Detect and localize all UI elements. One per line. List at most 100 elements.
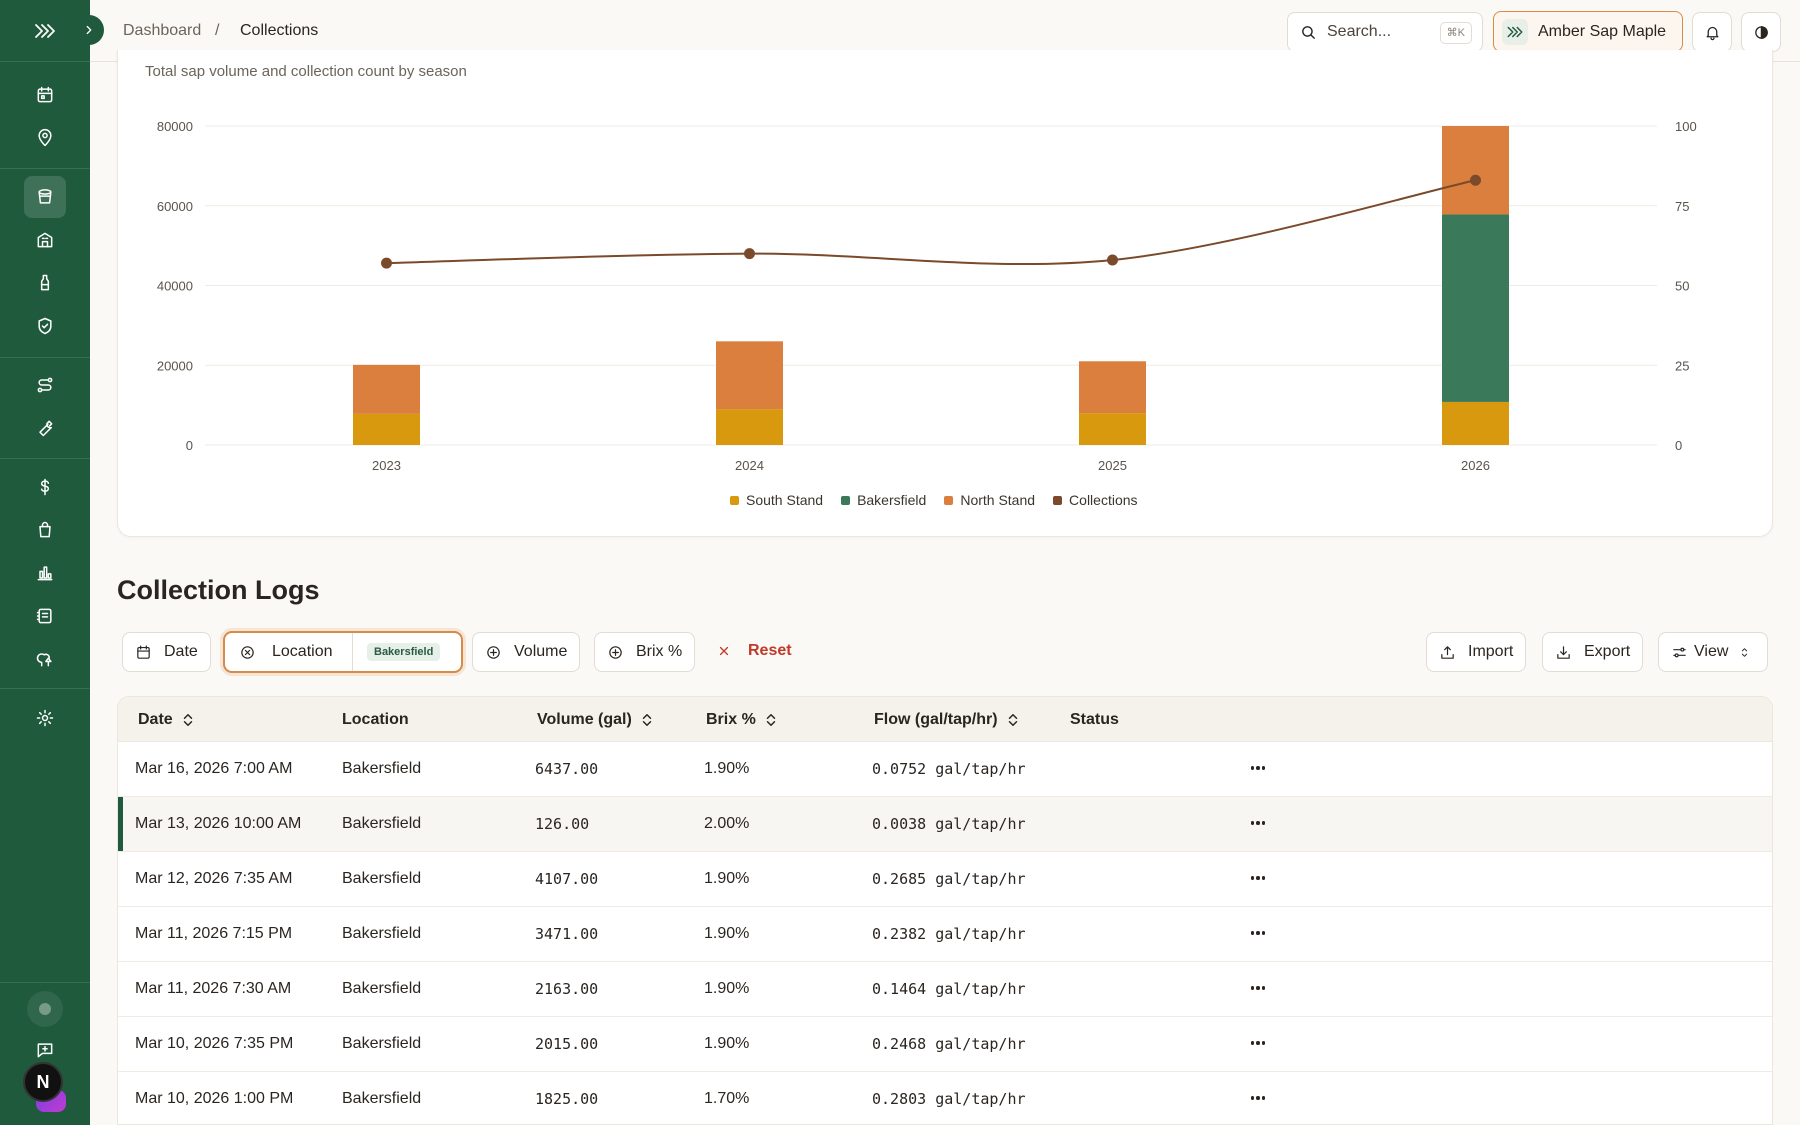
sidebar-toggle-button[interactable] bbox=[74, 15, 104, 45]
collection-logs-table: Date Location Volume (gal) Brix % Flow (… bbox=[117, 696, 1773, 1125]
cell-volume: 1825.00 bbox=[535, 1090, 599, 1108]
bucket-icon bbox=[38, 189, 52, 204]
row-actions-button[interactable] bbox=[1248, 758, 1268, 778]
table-row[interactable]: Mar 10, 2026 7:35 PM Bakersfield 2015.00 1.… bbox=[118, 1017, 1772, 1072]
column-status: Status bbox=[1070, 711, 1119, 728]
sidebar-item-collections[interactable] bbox=[24, 176, 66, 218]
column-flow[interactable]: Flow (gal/tap/hr) bbox=[874, 711, 1019, 729]
sliders-icon bbox=[1673, 647, 1686, 657]
table-row[interactable]: Mar 10, 2026 1:00 PM Bakersfield 1825.00 1.… bbox=[118, 1072, 1772, 1124]
season-chart: 0 20000 40000 60000 80000 0 25 50 75 100 2023 2024 2… bbox=[157, 119, 1697, 473]
sidebar-item-routes[interactable] bbox=[24, 364, 66, 406]
search-placeholder: Search... bbox=[1327, 23, 1392, 40]
sidebar-item-maintenance[interactable] bbox=[24, 407, 66, 449]
bar-segment bbox=[716, 341, 783, 410]
legend-label: Collections bbox=[1069, 492, 1138, 508]
sidebar-item-bottles[interactable] bbox=[24, 262, 66, 304]
bar-segment bbox=[1079, 361, 1146, 414]
avatar[interactable]: N bbox=[23, 1062, 63, 1102]
search-input[interactable]: Search... ⌘K bbox=[1287, 12, 1483, 52]
row-actions-button[interactable] bbox=[1248, 978, 1268, 998]
dollar-icon bbox=[40, 478, 50, 496]
legend-item[interactable]: Bakersfield bbox=[841, 492, 926, 508]
cell-date: Mar 11, 2026 7:30 AM bbox=[135, 980, 292, 997]
upload-icon bbox=[1441, 645, 1454, 659]
notifications-button[interactable] bbox=[1692, 12, 1732, 52]
cell-flow: 0.1464 gal/tap/hr bbox=[872, 980, 1026, 998]
farm-switcher-button[interactable]: Amber Sap Maple bbox=[1493, 11, 1683, 52]
calendar-icon bbox=[137, 645, 150, 659]
sidebar-item-locations[interactable] bbox=[24, 117, 66, 159]
export-button[interactable]: Export bbox=[1542, 632, 1644, 672]
cell-brix: 1.90% bbox=[704, 870, 750, 887]
bar-segment bbox=[1079, 413, 1146, 445]
y-tick-label: 60000 bbox=[157, 199, 193, 214]
status-indicator[interactable] bbox=[27, 991, 63, 1027]
legend-item[interactable]: South Stand bbox=[730, 492, 823, 508]
legend-item[interactable]: Collections bbox=[1053, 492, 1138, 508]
location-filter-label: Location bbox=[272, 643, 333, 660]
brix-filter-label: Brix % bbox=[636, 643, 683, 660]
sort-icon bbox=[642, 714, 652, 726]
cell-volume: 2163.00 bbox=[535, 980, 599, 998]
clear-circle-icon[interactable] bbox=[239, 644, 256, 661]
cell-brix: 1.90% bbox=[704, 925, 750, 942]
contrast-icon bbox=[1754, 25, 1768, 39]
theme-toggle-button[interactable] bbox=[1741, 12, 1781, 52]
row-actions-button[interactable] bbox=[1248, 1088, 1268, 1108]
row-actions-button[interactable] bbox=[1248, 1033, 1268, 1053]
sidebar-item-finance[interactable] bbox=[24, 466, 66, 508]
plus-circle-icon bbox=[487, 645, 500, 659]
import-label: Import bbox=[1468, 643, 1514, 660]
table-row[interactable]: Mar 11, 2026 7:30 AM Bakersfield 2163.00 1.… bbox=[118, 962, 1772, 1017]
location-filter-button[interactable]: Location Bakersfield bbox=[223, 631, 463, 673]
table-row[interactable]: Mar 11, 2026 7:15 PM Bakersfield 3471.00 1.… bbox=[118, 907, 1772, 962]
chart-subtitle: Total sap volume and collection count by… bbox=[145, 63, 467, 80]
sidebar-item-ledger[interactable] bbox=[24, 595, 66, 637]
legend-item[interactable]: North Stand bbox=[944, 492, 1035, 508]
cell-date: Mar 12, 2026 7:35 AM bbox=[135, 870, 293, 887]
legend-swatch bbox=[944, 495, 954, 505]
column-volume[interactable]: Volume (gal) bbox=[537, 711, 653, 729]
brix-filter-button[interactable]: Brix % bbox=[594, 632, 696, 672]
reset-filters-button[interactable]: Reset bbox=[717, 642, 792, 660]
sidebar-item-sugarhouse[interactable] bbox=[24, 219, 66, 261]
row-actions-button[interactable] bbox=[1248, 923, 1268, 943]
collections-line bbox=[386, 179, 1476, 266]
view-options-button[interactable]: View bbox=[1658, 632, 1768, 672]
cell-volume: 3471.00 bbox=[535, 925, 599, 943]
row-actions-button[interactable] bbox=[1248, 868, 1268, 888]
sidebar-item-reports[interactable] bbox=[24, 552, 66, 594]
message-plus-icon bbox=[37, 1043, 53, 1058]
legend-label: South Stand bbox=[746, 492, 824, 508]
column-date[interactable]: Date bbox=[138, 711, 194, 729]
sidebar-item-trees[interactable] bbox=[24, 638, 66, 680]
volume-filter-label: Volume bbox=[514, 643, 568, 660]
row-actions-button[interactable] bbox=[1248, 813, 1268, 833]
column-brix[interactable]: Brix % bbox=[706, 711, 777, 729]
cell-flow: 0.0752 gal/tap/hr bbox=[872, 760, 1026, 778]
calendar-icon bbox=[37, 86, 53, 103]
logs-title: Collection Logs bbox=[117, 575, 320, 605]
wrench-icon bbox=[39, 420, 53, 437]
volume-filter-button[interactable]: Volume bbox=[472, 632, 581, 672]
cell-brix: 2.00% bbox=[704, 815, 750, 832]
table-row[interactable]: Mar 16, 2026 7:00 AM Bakersfield 6437.00 1.… bbox=[118, 742, 1772, 797]
sidebar-item-calendar[interactable] bbox=[24, 74, 66, 116]
cell-flow: 0.0038 gal/tap/hr bbox=[872, 815, 1026, 833]
breadcrumb-dashboard[interactable]: Dashboard bbox=[123, 22, 201, 40]
import-button[interactable]: Import bbox=[1426, 632, 1527, 672]
date-filter-button[interactable]: Date bbox=[122, 632, 211, 672]
bar-segment bbox=[353, 364, 420, 414]
cell-volume: 4107.00 bbox=[535, 870, 599, 888]
gear-icon bbox=[36, 709, 54, 727]
x-tick-label: 2024 bbox=[735, 458, 764, 473]
sidebar-item-settings[interactable] bbox=[24, 697, 66, 739]
table-row[interactable]: Mar 12, 2026 7:35 AM Bakersfield 4107.00 1.… bbox=[118, 852, 1772, 907]
sidebar-divider bbox=[0, 688, 90, 689]
sidebar-item-sales[interactable] bbox=[24, 509, 66, 551]
farm-name: Amber Sap Maple bbox=[1538, 22, 1667, 40]
search-shortcut: ⌘K bbox=[1439, 22, 1472, 44]
table-row[interactable]: Mar 13, 2026 10:00 AM Bakersfield 126.00 2.… bbox=[118, 797, 1772, 852]
sidebar-item-quality[interactable] bbox=[24, 305, 66, 347]
